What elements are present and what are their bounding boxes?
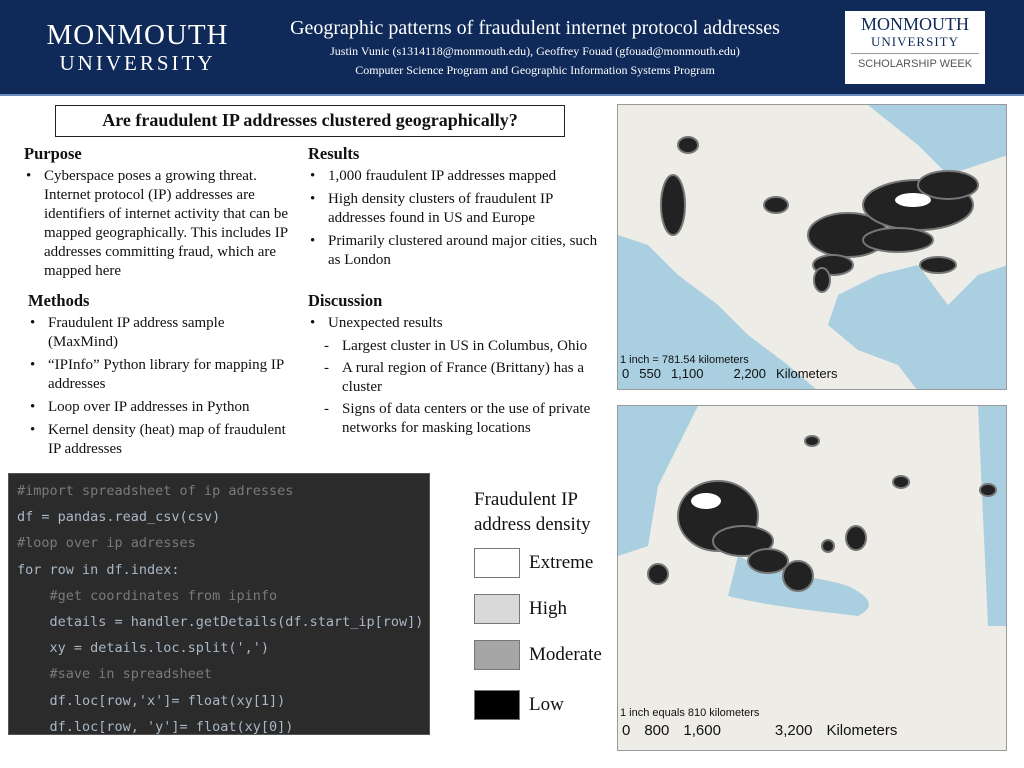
code-line: df.loc[row, 'y']= float(xy[0])	[17, 718, 294, 735]
legend-item: High	[474, 594, 567, 624]
list-item: “IPInfo” Python library for mapping IP a…	[28, 356, 293, 394]
code-line: for row in df.index:	[17, 561, 180, 578]
scale-tick: 800	[644, 722, 670, 739]
list-item: Fraudulent IP address sample (MaxMind)	[28, 314, 293, 352]
scale-tick: 0	[622, 366, 630, 381]
code-snippet: #import spreadsheet of ip adresses df = …	[8, 473, 430, 735]
list-item: Primarily clustered around major cities,…	[308, 232, 598, 270]
code-line: xy = details.loc.split(',')	[17, 640, 269, 657]
research-question: Are fraudulent IP addresses clustered ge…	[55, 105, 565, 137]
legend-item: Extreme	[474, 548, 593, 578]
scale-unit: Kilometers	[776, 366, 838, 381]
results-section: Results 1,000 fraudulent IP addresses ma…	[308, 144, 598, 274]
list-subitem: Largest cluster in US in Columbus, Ohio	[308, 337, 603, 356]
section-heading: Discussion	[308, 291, 383, 310]
scale-bar: 0 800 1,600 3,200 Kilometers	[622, 722, 897, 739]
list-item: High density clusters of fraudulent IP a…	[308, 190, 598, 228]
title-block: Geographic patterns of fraudulent intern…	[270, 14, 800, 80]
legend-label: Extreme	[529, 552, 594, 573]
authors: Justin Vunic (s1314118@monmouth.edu), Ge…	[330, 44, 740, 58]
purpose-section: Purpose Cyberspace poses a growing threa…	[24, 144, 289, 285]
code-line: #loop over ip adresses	[17, 535, 196, 552]
logo-line: MONMOUTH	[861, 14, 969, 34]
scale-tick: 1,600	[683, 722, 721, 739]
logo-line: UNIVERSITY	[871, 34, 959, 49]
scale-tick: 3,200	[774, 722, 813, 739]
list-item: Kernel density (heat) map of fraudulent …	[28, 421, 293, 459]
list-item: Loop over IP addresses in Python	[28, 398, 293, 417]
poster-title: Geographic patterns of fraudulent intern…	[290, 17, 780, 39]
section-heading: Purpose	[24, 144, 82, 163]
legend-swatch	[474, 594, 520, 624]
scale-tick: 1,100	[670, 366, 704, 381]
section-heading: Methods	[28, 291, 90, 310]
scale-text: 1 inch equals 810 kilometers	[620, 707, 760, 719]
poster-header: MONMOUTH UNIVERSITY Geographic patterns …	[0, 0, 1024, 96]
land	[618, 105, 1006, 389]
scale-text: 1 inch = 781.54 kilometers	[620, 354, 749, 366]
divider	[851, 53, 979, 54]
list-item: Unexpected results	[308, 314, 603, 333]
scale-unit: Kilometers	[826, 722, 898, 739]
map-graphic	[618, 105, 1006, 389]
scale-tick: 550	[639, 366, 661, 381]
list-item: Cyberspace poses a growing threat. Inter…	[24, 167, 289, 281]
code-line: #get coordinates from ipinfo	[17, 587, 278, 604]
logo-line: MONMOUTH	[46, 19, 229, 51]
code-line: #save in spreadsheet	[17, 666, 213, 683]
legend-item: Moderate	[474, 640, 602, 670]
north-america-density-map: 1 inch = 781.54 kilometers 0 550 1,100 2…	[617, 104, 1007, 390]
legend-title: Fraudulent IP address density	[474, 489, 591, 535]
legend-label: Low	[529, 694, 564, 715]
program: Computer Science Program and Geographic …	[355, 63, 715, 77]
code-line: details = handler.getDetails(df.start_ip…	[17, 613, 424, 630]
logo-line: UNIVERSITY	[59, 51, 216, 75]
legend-swatch	[474, 690, 520, 720]
logo-line: SCHOLARSHIP WEEK	[857, 58, 973, 70]
monmouth-logo: MONMOUTH UNIVERSITY	[30, 20, 245, 76]
legend-swatch	[474, 548, 520, 578]
code-line: df = pandas.read_csv(csv)	[17, 509, 221, 526]
europe-density-map: 1 inch equals 810 kilometers 0 800 1,600…	[617, 405, 1007, 751]
discussion-section: Discussion Unexpected results Largest cl…	[308, 291, 603, 441]
legend-label: High	[529, 598, 567, 619]
map-graphic	[618, 406, 1006, 626]
code-line: #import spreadsheet of ip adresses	[17, 483, 294, 499]
methods-section: Methods Fraudulent IP address sample (Ma…	[28, 291, 293, 463]
scale-tick: 0	[622, 722, 631, 739]
list-subitem: Signs of data centers or the use of priv…	[308, 400, 603, 438]
scale-bar: 0 550 1,100 2,200 Kilometers	[622, 366, 837, 381]
section-heading: Results	[308, 144, 360, 163]
density-legend: Fraudulent IP address density Extreme Hi…	[474, 487, 614, 720]
legend-label: Moderate	[529, 644, 602, 665]
sea	[978, 406, 1006, 626]
scale-tick: 2,200	[733, 366, 767, 381]
legend-swatch	[474, 640, 520, 670]
code-line: df.loc[row,'x']= float(xy[1])	[17, 692, 286, 709]
legend-item: Low	[474, 690, 564, 720]
scholarship-week-logo: MONMOUTH UNIVERSITY SCHOLARSHIP WEEK	[845, 11, 985, 84]
list-subitem: A rural region of France (Brittany) has …	[308, 359, 603, 397]
list-item: 1,000 fraudulent IP addresses mapped	[308, 167, 598, 186]
